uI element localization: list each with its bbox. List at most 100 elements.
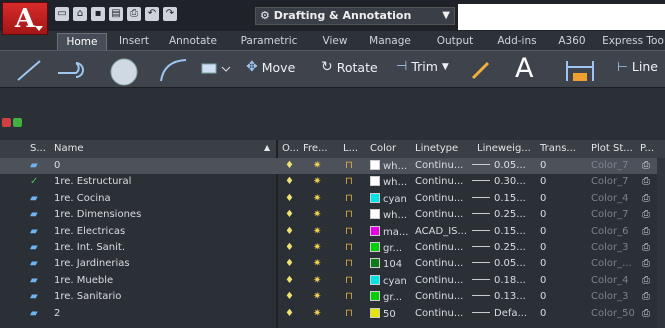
layer-linetype[interactable]: Continu... [415, 209, 463, 220]
save-icon[interactable]: ▪ [91, 7, 105, 21]
layer-linetype[interactable]: Continu... [415, 275, 463, 286]
layer-row[interactable]: ▰ 1re. Sanitario ♦ ✷ ⊓ gr... Continu... 0.13...… [0, 289, 665, 305]
tab-a360[interactable]: A360 [555, 33, 589, 50]
header-transparency[interactable]: Trans... [540, 143, 576, 154]
layer-row[interactable]: ▰ 0 ♦ ✷ ⊓ wh... Continu... 0.05... 0 Color_7 ⎙ [0, 158, 665, 175]
sun-icon[interactable]: ✷ [313, 291, 321, 302]
unlock-icon[interactable]: ⊓ [345, 291, 353, 302]
printer-icon[interactable]: ⎙ [642, 160, 650, 171]
layer-transparency[interactable]: 0 [540, 193, 546, 204]
layer-name[interactable]: 1re. Int. Sanit. [54, 242, 125, 253]
linear-dimension-button[interactable]: ⊢ Line [617, 59, 658, 74]
printer-icon[interactable]: ⎙ [642, 275, 650, 286]
unlock-icon[interactable]: ⊓ [345, 209, 353, 220]
tab-home[interactable]: Home [57, 33, 107, 50]
header-lineweight[interactable]: Lineweig... [477, 143, 531, 154]
tab-output[interactable]: Output [430, 33, 480, 50]
layer-lineweight[interactable]: 0.13... [472, 291, 526, 302]
lightbulb-icon[interactable]: ♦ [285, 275, 294, 286]
layer-lineweight[interactable]: 0.18... [472, 275, 526, 286]
lightbulb-icon[interactable]: ♦ [285, 209, 294, 220]
print-icon[interactable]: ⎙ [127, 7, 141, 21]
layer-color[interactable]: 50 [370, 307, 396, 320]
printer-icon[interactable]: ⎙ [642, 308, 650, 319]
sun-icon[interactable]: ✷ [313, 209, 321, 220]
unlock-icon[interactable]: ⊓ [345, 242, 353, 253]
layer-color[interactable]: gr... [370, 291, 402, 303]
layer-transparency[interactable]: 0 [540, 226, 546, 237]
printer-icon[interactable]: ⎙ [642, 258, 650, 269]
header-linetype[interactable]: Linetype [415, 143, 458, 154]
layer-color[interactable]: cyan [370, 192, 407, 205]
layer-lineweight[interactable]: 0.25... [472, 209, 526, 220]
unlock-icon[interactable]: ⊓ [345, 258, 353, 269]
layer-color[interactable]: wh... [370, 176, 407, 188]
redo-icon[interactable]: ↷ [163, 7, 177, 21]
layer-states-icon[interactable] [2, 118, 11, 127]
layer-name[interactable]: 1re. Estructural [54, 176, 131, 187]
layer-name[interactable]: 1re. Dimensiones [54, 209, 141, 220]
layer-color[interactable]: gr... [370, 241, 402, 254]
layer-color[interactable]: cyan [370, 274, 407, 287]
layer-color[interactable]: 104 [370, 258, 402, 270]
tab-add-ins[interactable]: Add-ins [491, 33, 543, 50]
layer-lineweight[interactable]: 0.15... [472, 226, 526, 237]
lightbulb-icon[interactable]: ♦ [285, 258, 294, 269]
header-plot-style[interactable]: Plot St... [591, 143, 633, 154]
sun-icon[interactable]: ✷ [313, 176, 321, 187]
polyline-tool-icon[interactable] [56, 59, 90, 81]
layer-transparency[interactable]: 0 [540, 308, 546, 319]
tab-view[interactable]: View [318, 33, 352, 50]
header-on[interactable]: O... [282, 143, 299, 154]
sun-icon[interactable]: ✷ [313, 242, 321, 253]
open-icon[interactable]: ⌂ [73, 7, 87, 21]
layer-color[interactable]: wh... [370, 209, 407, 221]
undo-icon[interactable]: ↶ [145, 7, 159, 21]
layer-linetype[interactable]: Continu... [415, 308, 463, 319]
layer-name[interactable]: 1re. Jardinerias [54, 258, 130, 269]
sun-icon[interactable]: ✷ [313, 258, 321, 269]
circle-tool-icon[interactable] [108, 56, 140, 86]
tab-insert[interactable]: Insert [113, 33, 155, 50]
layer-transparency[interactable]: 0 [540, 242, 546, 253]
tab-express-tools[interactable]: Express Too [601, 33, 665, 50]
header-plot[interactable]: P... [640, 143, 654, 154]
layer-name[interactable]: 1re. Cocina [54, 193, 111, 204]
search-input[interactable] [458, 4, 665, 30]
rectangle-tool-icon[interactable] [200, 61, 232, 77]
unlock-icon[interactable]: ⊓ [345, 193, 353, 204]
layer-transparency[interactable]: 0 [540, 176, 546, 187]
vertical-scrollbar[interactable] [657, 158, 665, 328]
layer-lineweight[interactable]: 0.15... [472, 193, 526, 204]
layer-color[interactable]: wh... [370, 160, 407, 172]
new-icon[interactable]: ▭ [55, 7, 69, 21]
lightbulb-icon[interactable]: ♦ [285, 160, 294, 171]
layer-linetype[interactable]: Continu... [415, 258, 463, 269]
lightbulb-icon[interactable]: ♦ [285, 242, 294, 253]
tab-manage[interactable]: Manage [362, 33, 418, 50]
layer-transparency[interactable]: 0 [540, 209, 546, 220]
workspace-selector[interactable]: ⚙ Drafting & Annotation ▼ [255, 7, 455, 25]
line-tool-icon[interactable] [16, 58, 42, 82]
move-button[interactable]: ✥ Move [246, 59, 295, 75]
layer-row[interactable]: ▰ 1re. Mueble ♦ ✷ ⊓ cyan Continu... 0.18... 0 Col… [0, 273, 665, 289]
layer-lineweight[interactable]: 0.05... [472, 258, 526, 269]
rotate-button[interactable]: ↻ Rotate [321, 59, 378, 75]
lightbulb-icon[interactable]: ♦ [285, 308, 294, 319]
trim-button[interactable]: ⊣ Trim ▼ [396, 59, 449, 74]
layer-linetype[interactable]: Continu... [415, 291, 463, 302]
layer-transparency[interactable]: 0 [540, 275, 546, 286]
layer-transparency[interactable]: 0 [540, 258, 546, 269]
layer-linetype[interactable]: Continu... [415, 242, 463, 253]
printer-icon[interactable]: ⎙ [642, 193, 650, 204]
header-lock[interactable]: L... [343, 143, 358, 154]
layer-row[interactable]: ▰ 1re. Electricas ♦ ✷ ⊓ ma... ACAD_IS... 0.15..… [0, 224, 665, 240]
lightbulb-icon[interactable]: ♦ [285, 176, 294, 187]
layer-row[interactable]: ▰ 2 ♦ ✷ ⊓ 50 Continu... Defa... 0 Color_50 ⎙ [0, 306, 665, 322]
unlock-icon[interactable]: ⊓ [345, 226, 353, 237]
layer-row[interactable]: ✓ 1re. Estructural ♦ ✷ ⊓ wh... Continu... 0.30.… [0, 174, 665, 190]
layer-lineweight[interactable]: 0.05... [472, 160, 526, 171]
header-color[interactable]: Color [370, 143, 396, 154]
printer-icon[interactable]: ⎙ [642, 242, 650, 253]
lightbulb-icon[interactable]: ♦ [285, 193, 294, 204]
